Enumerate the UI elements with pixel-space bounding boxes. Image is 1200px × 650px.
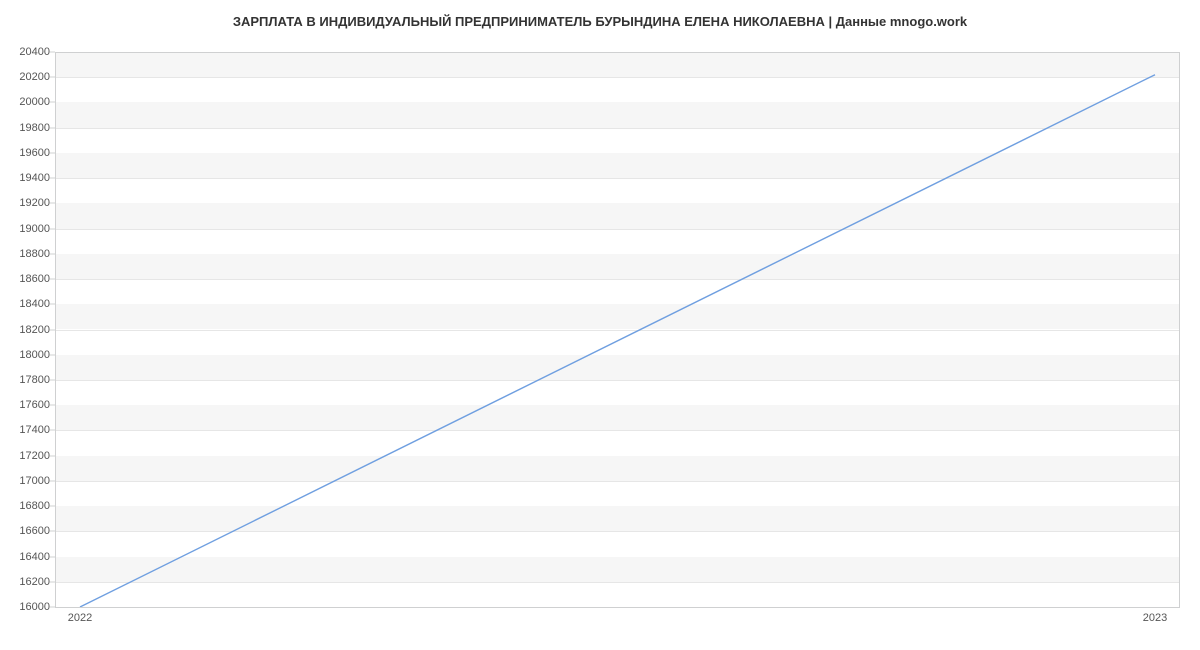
ytick-mark xyxy=(50,304,55,305)
ytick-label: 16200 xyxy=(5,576,50,588)
ytick-label: 18400 xyxy=(5,298,50,310)
ytick-label: 16000 xyxy=(5,601,50,613)
chart-title: ЗАРПЛАТА В ИНДИВИДУАЛЬНЫЙ ПРЕДПРИНИМАТЕЛ… xyxy=(0,14,1200,29)
ytick-label: 17800 xyxy=(5,374,50,386)
ytick-label: 16600 xyxy=(5,525,50,537)
ytick-label: 17600 xyxy=(5,399,50,411)
ytick-label: 20400 xyxy=(5,46,50,58)
ytick-mark xyxy=(50,203,55,204)
ytick-mark xyxy=(50,379,55,380)
axis-border-bottom xyxy=(55,607,1180,608)
ytick-mark xyxy=(50,506,55,507)
ytick-mark xyxy=(50,556,55,557)
ytick-mark xyxy=(50,279,55,280)
ytick-label: 18000 xyxy=(5,349,50,361)
xtick-label: 2023 xyxy=(1143,612,1167,624)
ytick-label: 19800 xyxy=(5,122,50,134)
axis-border-top xyxy=(55,52,1180,53)
ytick-mark xyxy=(50,329,55,330)
ytick-mark xyxy=(50,531,55,532)
plot-area xyxy=(55,52,1180,607)
ytick-label: 16800 xyxy=(5,500,50,512)
ytick-label: 17400 xyxy=(5,424,50,436)
ytick-mark xyxy=(50,430,55,431)
ytick-label: 19400 xyxy=(5,172,50,184)
ytick-mark xyxy=(50,354,55,355)
ytick-mark xyxy=(50,178,55,179)
ytick-mark xyxy=(50,455,55,456)
ytick-mark xyxy=(50,127,55,128)
ytick-mark xyxy=(50,405,55,406)
ytick-label: 19600 xyxy=(5,147,50,159)
ytick-mark xyxy=(50,102,55,103)
axis-border-right xyxy=(1179,52,1180,607)
ytick-mark xyxy=(50,52,55,53)
ytick-label: 19000 xyxy=(5,223,50,235)
ytick-label: 17000 xyxy=(5,475,50,487)
ytick-mark xyxy=(50,480,55,481)
chart-container: ЗАРПЛАТА В ИНДИВИДУАЛЬНЫЙ ПРЕДПРИНИМАТЕЛ… xyxy=(0,0,1200,650)
ytick-mark xyxy=(50,228,55,229)
ytick-label: 17200 xyxy=(5,450,50,462)
ytick-label: 18200 xyxy=(5,324,50,336)
axis-border-left xyxy=(55,52,56,607)
ytick-label: 20200 xyxy=(5,71,50,83)
ytick-mark xyxy=(50,77,55,78)
ytick-label: 18600 xyxy=(5,273,50,285)
ytick-mark xyxy=(50,607,55,608)
ytick-label: 19200 xyxy=(5,197,50,209)
ytick-label: 20000 xyxy=(5,96,50,108)
ytick-mark xyxy=(50,253,55,254)
ytick-mark xyxy=(50,581,55,582)
ytick-mark xyxy=(50,152,55,153)
ytick-label: 18800 xyxy=(5,248,50,260)
xtick-label: 2022 xyxy=(68,612,92,624)
series-line xyxy=(55,52,1180,607)
ytick-label: 16400 xyxy=(5,551,50,563)
